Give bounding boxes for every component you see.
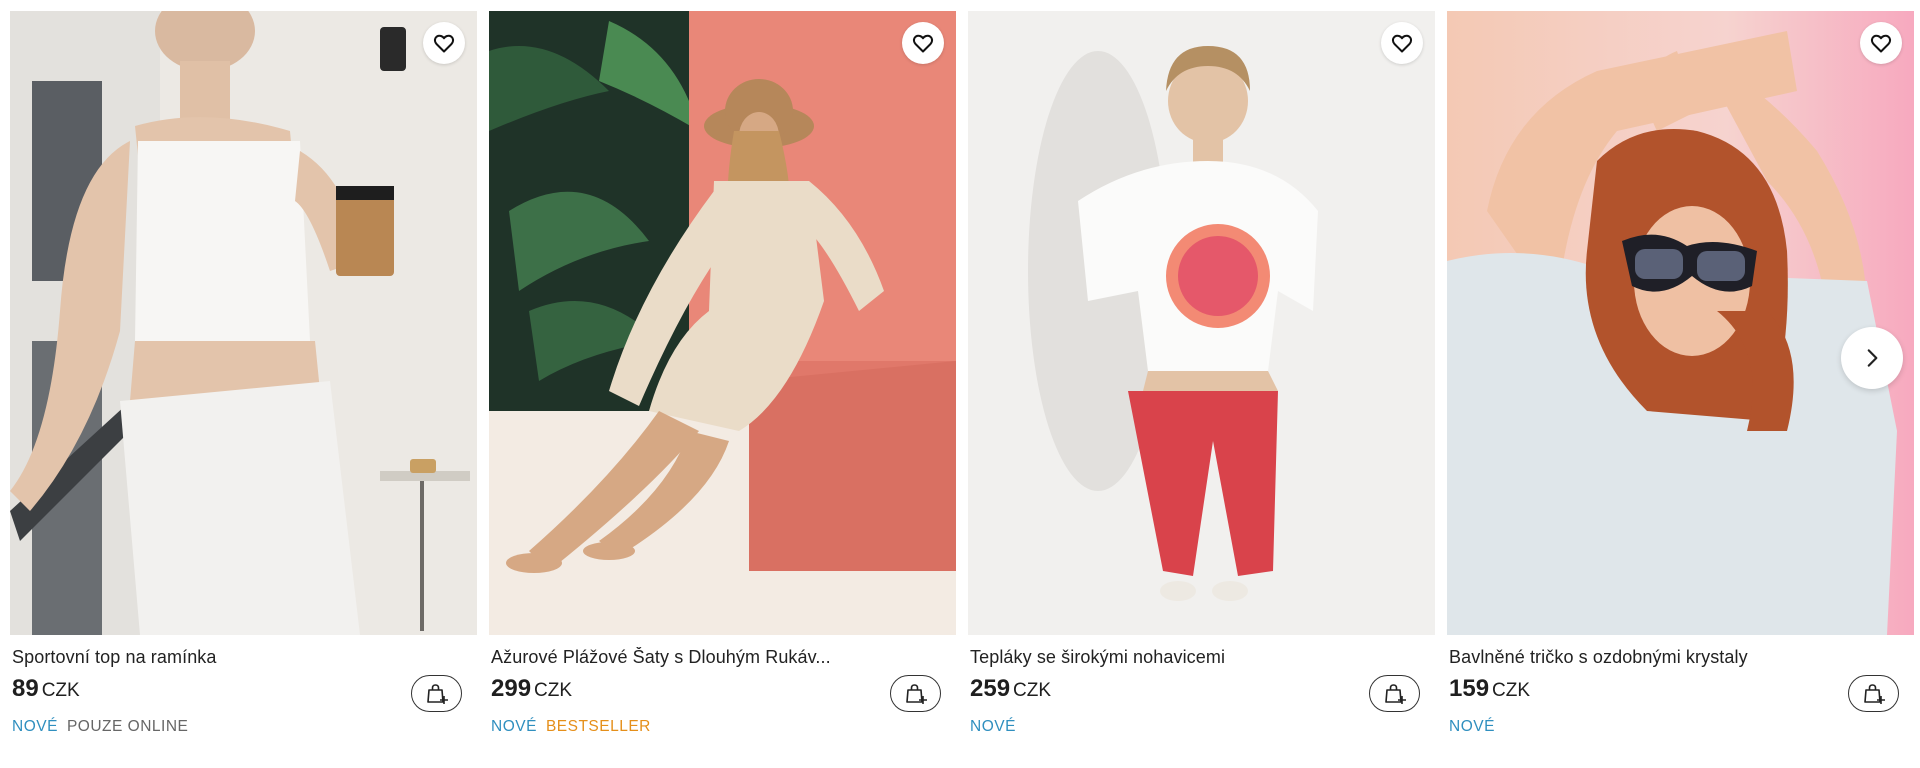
carousel-next-button[interactable] — [1841, 327, 1903, 389]
product-card[interactable]: Sportovní top na ramínka 89 CZK NOVÉ POUZ… — [10, 11, 477, 751]
product-card[interactable]: Tepláky se širokými nohavicemi 259 CZK NO… — [968, 11, 1435, 751]
shopping-bag-plus-icon — [905, 683, 927, 704]
shopping-bag-plus-icon — [426, 683, 448, 704]
price-currency: CZK — [1013, 680, 1052, 701]
shopping-bag-plus-icon — [1863, 683, 1885, 704]
product-title[interactable]: Ažurové Plážové Šaty s Dlouhým Rukáv... — [491, 647, 891, 668]
product-badges: NOVÉ POUZE ONLINE — [12, 718, 188, 736]
product-title[interactable]: Bavlněné tričko s ozdobnými krystaly — [1449, 647, 1849, 668]
product-badges: NOVÉ — [970, 718, 1016, 736]
heart-outline-icon — [1870, 34, 1892, 53]
product-image[interactable] — [10, 11, 477, 635]
add-to-cart-button[interactable] — [1848, 675, 1899, 712]
product-image[interactable] — [489, 11, 956, 635]
product-badges: NOVÉ BESTSELLER — [491, 718, 651, 736]
product-title[interactable]: Tepláky se širokými nohavicemi — [970, 647, 1370, 668]
heart-outline-icon — [433, 34, 455, 53]
badge-new: NOVÉ — [491, 718, 537, 735]
price-currency: CZK — [534, 680, 573, 701]
product-title[interactable]: Sportovní top na ramínka — [12, 647, 412, 668]
heart-outline-icon — [1391, 34, 1413, 53]
product-badges: NOVÉ — [1449, 718, 1495, 736]
product-price: 299 CZK — [491, 675, 572, 703]
product-image[interactable] — [968, 11, 1435, 635]
add-to-cart-button[interactable] — [411, 675, 462, 712]
add-to-cart-button[interactable] — [1369, 675, 1420, 712]
product-price: 259 CZK — [970, 675, 1051, 703]
price-value: 89 — [12, 675, 39, 702]
product-price: 159 CZK — [1449, 675, 1530, 703]
badge-online-only: POUZE ONLINE — [66, 718, 189, 735]
badge-bestseller: BESTSELLER — [545, 718, 651, 735]
product-price: 89 CZK — [12, 675, 80, 703]
price-currency: CZK — [41, 680, 80, 701]
heart-outline-icon — [912, 34, 934, 53]
price-currency: CZK — [1492, 680, 1531, 701]
price-value: 259 — [970, 675, 1011, 702]
badge-new: NOVÉ — [970, 718, 1016, 735]
price-value: 159 — [1449, 675, 1490, 702]
product-image[interactable] — [1447, 11, 1914, 635]
favorite-button[interactable] — [1860, 22, 1902, 64]
add-to-cart-button[interactable] — [890, 675, 941, 712]
price-value: 299 — [491, 675, 532, 702]
product-card[interactable]: Bavlněné tričko s ozdobnými krystaly 159… — [1447, 11, 1914, 751]
badge-new: NOVÉ — [12, 718, 58, 735]
favorite-button[interactable] — [902, 22, 944, 64]
product-carousel: Sportovní top na ramínka 89 CZK NOVÉ POUZ… — [10, 11, 1914, 751]
favorite-button[interactable] — [423, 22, 465, 64]
chevron-right-icon — [1867, 349, 1878, 367]
product-card[interactable]: Ažurové Plážové Šaty s Dlouhým Rukáv... … — [489, 11, 956, 751]
badge-new: NOVÉ — [1449, 718, 1495, 735]
favorite-button[interactable] — [1381, 22, 1423, 64]
shopping-bag-plus-icon — [1384, 683, 1406, 704]
